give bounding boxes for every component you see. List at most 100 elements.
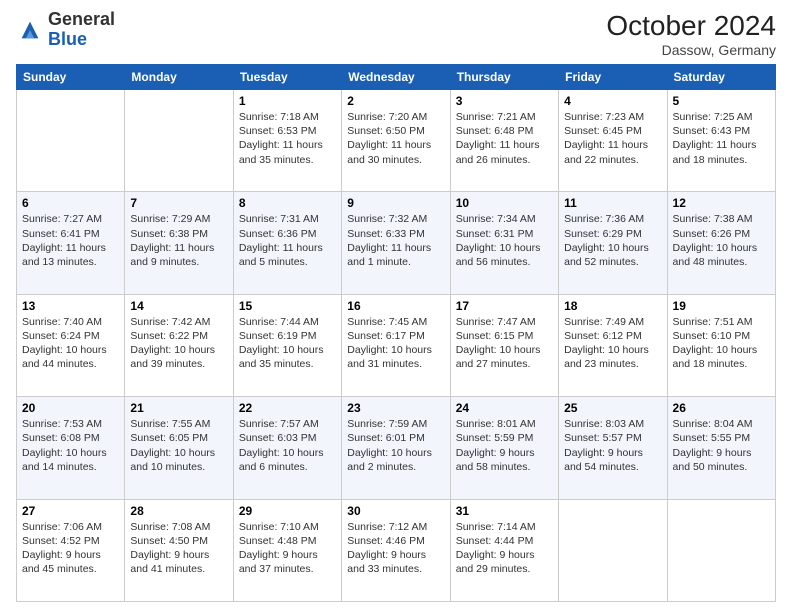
logo-general: General — [48, 9, 115, 29]
day-header-friday: Friday — [559, 65, 667, 90]
month-title: October 2024 — [606, 10, 776, 42]
calendar-cell: 3 Sunrise: 7:21 AMSunset: 6:48 PMDaylight… — [450, 90, 558, 192]
logo-text: General Blue — [48, 10, 115, 50]
day-number: 18 — [564, 299, 661, 313]
day-number: 15 — [239, 299, 336, 313]
day-number: 13 — [22, 299, 119, 313]
day-info: Sunrise: 8:01 AMSunset: 5:59 PMDaylight:… — [456, 417, 553, 474]
calendar-cell: 1Sunrise: 7:18 AMSunset: 6:53 PMDaylight… — [233, 90, 341, 192]
day-header-tuesday: Tuesday — [233, 65, 341, 90]
day-info: Sunrise: 7:14 AMSunset: 4:44 PMDaylight:… — [456, 520, 553, 577]
day-number: 2 — [347, 94, 444, 108]
day-info: Sunrise: 7:47 AMSunset: 6:15 PMDaylight:… — [456, 315, 553, 372]
calendar-cell: 2 Sunrise: 7:20 AMSunset: 6:50 PMDaylight… — [342, 90, 450, 192]
day-info: Sunrise: 7:42 AMSunset: 6:22 PMDaylight:… — [130, 315, 227, 372]
day-number: 26 — [673, 401, 770, 415]
calendar-cell: 10Sunrise: 7:34 AMSunset: 6:31 PMDayligh… — [450, 192, 558, 294]
calendar-week-3: 13 Sunrise: 7:40 AMSunset: 6:24 PMDayligh… — [17, 294, 776, 396]
day-info: Sunrise: 7:32 AMSunset: 6:33 PMDaylight:… — [347, 212, 444, 269]
calendar-cell: 17 Sunrise: 7:47 AMSunset: 6:15 PMDayligh… — [450, 294, 558, 396]
logo-blue: Blue — [48, 29, 87, 49]
day-header-thursday: Thursday — [450, 65, 558, 90]
calendar-cell: 24Sunrise: 8:01 AMSunset: 5:59 PMDayligh… — [450, 397, 558, 499]
day-info: Sunrise: 7:20 AMSunset: 6:50 PMDaylight:… — [347, 110, 444, 167]
day-info: Sunrise: 7:25 AMSunset: 6:43 PMDaylight:… — [673, 110, 770, 167]
calendar-cell: 15 Sunrise: 7:44 AMSunset: 6:19 PMDayligh… — [233, 294, 341, 396]
day-info: Sunrise: 7:44 AMSunset: 6:19 PMDaylight:… — [239, 315, 336, 372]
day-number: 29 — [239, 504, 336, 518]
calendar-cell: 30Sunrise: 7:12 AMSunset: 4:46 PMDayligh… — [342, 499, 450, 601]
calendar-cell: 11 Sunrise: 7:36 AMSunset: 6:29 PMDayligh… — [559, 192, 667, 294]
title-block: October 2024 Dassow, Germany — [606, 10, 776, 58]
calendar-cell: 22 Sunrise: 7:57 AMSunset: 6:03 PMDayligh… — [233, 397, 341, 499]
day-info: Sunrise: 7:34 AMSunset: 6:31 PMDaylight:… — [456, 212, 553, 269]
day-info: Sunrise: 7:55 AMSunset: 6:05 PMDaylight:… — [130, 417, 227, 474]
calendar-cell: 12 Sunrise: 7:38 AMSunset: 6:26 PMDayligh… — [667, 192, 775, 294]
day-number: 6 — [22, 196, 119, 210]
day-info: Sunrise: 7:23 AMSunset: 6:45 PMDaylight:… — [564, 110, 661, 167]
day-info: Sunrise: 7:31 AMSunset: 6:36 PMDaylight:… — [239, 212, 336, 269]
day-header-sunday: Sunday — [17, 65, 125, 90]
day-info: Sunrise: 7:57 AMSunset: 6:03 PMDaylight:… — [239, 417, 336, 474]
day-number: 16 — [347, 299, 444, 313]
day-number: 23 — [347, 401, 444, 415]
calendar-cell: 16 Sunrise: 7:45 AMSunset: 6:17 PMDayligh… — [342, 294, 450, 396]
day-number: 25 — [564, 401, 661, 415]
calendar-cell: 27 Sunrise: 7:06 AMSunset: 4:52 PMDayligh… — [17, 499, 125, 601]
logo: General Blue — [16, 10, 115, 50]
day-info: Sunrise: 8:04 AMSunset: 5:55 PMDaylight:… — [673, 417, 770, 474]
day-number: 7 — [130, 196, 227, 210]
calendar-cell: 31 Sunrise: 7:14 AMSunset: 4:44 PMDayligh… — [450, 499, 558, 601]
day-info: Sunrise: 7:49 AMSunset: 6:12 PMDaylight:… — [564, 315, 661, 372]
calendar-cell: 25Sunrise: 8:03 AMSunset: 5:57 PMDayligh… — [559, 397, 667, 499]
day-header-saturday: Saturday — [667, 65, 775, 90]
day-header-monday: Monday — [125, 65, 233, 90]
day-info: Sunrise: 7:06 AMSunset: 4:52 PMDaylight:… — [22, 520, 119, 577]
location: Dassow, Germany — [606, 42, 776, 58]
logo-icon — [16, 16, 44, 44]
day-number: 9 — [347, 196, 444, 210]
calendar-cell — [125, 90, 233, 192]
day-info: Sunrise: 7:45 AMSunset: 6:17 PMDaylight:… — [347, 315, 444, 372]
calendar-cell — [17, 90, 125, 192]
calendar-cell: 26 Sunrise: 8:04 AMSunset: 5:55 PMDayligh… — [667, 397, 775, 499]
day-info: Sunrise: 7:29 AMSunset: 6:38 PMDaylight:… — [130, 212, 227, 269]
calendar-cell: 6 Sunrise: 7:27 AMSunset: 6:41 PMDaylight… — [17, 192, 125, 294]
day-number: 3 — [456, 94, 553, 108]
day-info: Sunrise: 7:36 AMSunset: 6:29 PMDaylight:… — [564, 212, 661, 269]
day-number: 11 — [564, 196, 661, 210]
calendar-cell: 20Sunrise: 7:53 AMSunset: 6:08 PMDayligh… — [17, 397, 125, 499]
day-info: Sunrise: 7:51 AMSunset: 6:10 PMDaylight:… — [673, 315, 770, 372]
day-info: Sunrise: 7:40 AMSunset: 6:24 PMDaylight:… — [22, 315, 119, 372]
day-number: 31 — [456, 504, 553, 518]
day-number: 21 — [130, 401, 227, 415]
day-info: Sunrise: 7:21 AMSunset: 6:48 PMDaylight:… — [456, 110, 553, 167]
calendar-header-row: SundayMondayTuesdayWednesdayThursdayFrid… — [17, 65, 776, 90]
calendar-cell — [667, 499, 775, 601]
calendar-week-2: 6 Sunrise: 7:27 AMSunset: 6:41 PMDaylight… — [17, 192, 776, 294]
calendar-cell: 23 Sunrise: 7:59 AMSunset: 6:01 PMDayligh… — [342, 397, 450, 499]
day-info: Sunrise: 7:08 AMSunset: 4:50 PMDaylight:… — [130, 520, 227, 577]
day-number: 4 — [564, 94, 661, 108]
day-number: 22 — [239, 401, 336, 415]
day-info: Sunrise: 7:27 AMSunset: 6:41 PMDaylight:… — [22, 212, 119, 269]
calendar-cell: 5Sunrise: 7:25 AMSunset: 6:43 PMDaylight… — [667, 90, 775, 192]
day-header-wednesday: Wednesday — [342, 65, 450, 90]
day-number: 17 — [456, 299, 553, 313]
day-number: 19 — [673, 299, 770, 313]
header: General Blue October 2024 Dassow, German… — [16, 10, 776, 58]
day-number: 12 — [673, 196, 770, 210]
calendar-cell: 14 Sunrise: 7:42 AMSunset: 6:22 PMDayligh… — [125, 294, 233, 396]
calendar-cell: 9 Sunrise: 7:32 AMSunset: 6:33 PMDaylight… — [342, 192, 450, 294]
day-info: Sunrise: 7:38 AMSunset: 6:26 PMDaylight:… — [673, 212, 770, 269]
day-info: Sunrise: 7:12 AMSunset: 4:46 PMDaylight:… — [347, 520, 444, 577]
day-info: Sunrise: 7:59 AMSunset: 6:01 PMDaylight:… — [347, 417, 444, 474]
day-number: 27 — [22, 504, 119, 518]
calendar-week-5: 27 Sunrise: 7:06 AMSunset: 4:52 PMDayligh… — [17, 499, 776, 601]
calendar-week-4: 20Sunrise: 7:53 AMSunset: 6:08 PMDayligh… — [17, 397, 776, 499]
calendar-cell: 13 Sunrise: 7:40 AMSunset: 6:24 PMDayligh… — [17, 294, 125, 396]
day-info: Sunrise: 7:18 AMSunset: 6:53 PMDaylight:… — [239, 110, 336, 167]
calendar: SundayMondayTuesdayWednesdayThursdayFrid… — [16, 64, 776, 602]
calendar-cell: 19 Sunrise: 7:51 AMSunset: 6:10 PMDayligh… — [667, 294, 775, 396]
day-number: 14 — [130, 299, 227, 313]
